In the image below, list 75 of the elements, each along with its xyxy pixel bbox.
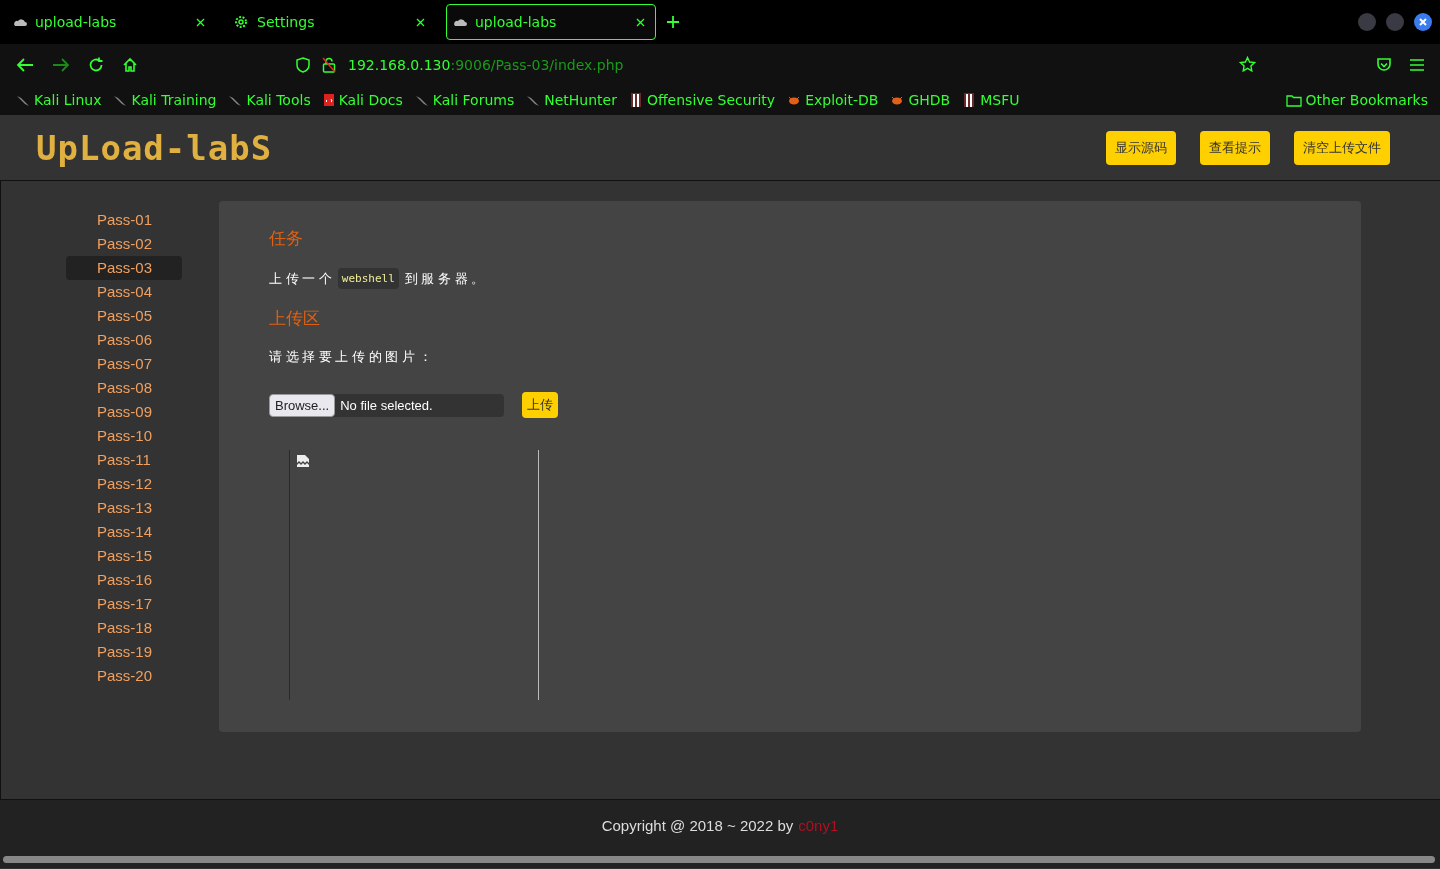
level-link[interactable]: Pass-04 [66,280,182,304]
level-link[interactable]: Pass-11 [66,448,182,472]
task-text: 上 传 一 个 [269,269,332,288]
insecure-lock-icon[interactable] [322,56,336,73]
close-icon[interactable] [636,17,645,27]
close-icon[interactable] [416,17,425,27]
folder-icon [1285,93,1302,107]
level-link[interactable]: Pass-16 [66,568,182,592]
level-link[interactable]: Pass-20 [66,664,182,688]
close-icon[interactable] [196,17,205,27]
other-bookmarks-link[interactable]: Other Bookmarks [1285,92,1428,108]
bookmark-link[interactable]: Kali Docs [322,92,403,108]
header-button[interactable]: 查看提示 [1200,130,1270,165]
gear-icon [233,14,249,30]
tower-icon [628,92,643,108]
browser-tab[interactable]: Settings [226,4,436,40]
section-heading: 上传区 [269,308,321,330]
level-link[interactable]: Pass-09 [66,400,182,424]
tower-icon [962,92,977,108]
url-text[interactable]: 192.168.0.130:9006/Pass-03/index.php [348,56,624,73]
level-link[interactable]: Pass-15 [66,544,182,568]
level-link[interactable]: Pass-02 [66,232,182,256]
file-input[interactable]: Browse... No file selected. [269,393,504,417]
menu-icon[interactable] [1410,58,1424,71]
upload-prompt: 请 选 择 要 上 传 的 图 片 ： [269,348,433,366]
level-link[interactable]: Pass-18 [66,616,182,640]
header-button[interactable]: 显示源码 [1106,130,1176,165]
bookmark-link[interactable]: MSFU [962,92,1020,108]
bug-icon [890,94,905,106]
copyright-text: Copyright @ 2018 ~ 2022 by [601,817,794,834]
pocket-icon[interactable] [1376,56,1392,73]
level-link[interactable]: Pass-03 [66,256,182,280]
cloud-icon [453,17,467,27]
bookmark-link[interactable]: GHDB [890,92,951,108]
browse-button[interactable]: Browse... [269,393,336,417]
forward-icon[interactable] [52,57,70,72]
reload-icon[interactable] [88,56,104,73]
bookmark-link[interactable]: Kali Tools [228,92,311,108]
upload-button[interactable]: 上传 [522,392,558,418]
browser-tab[interactable]: upload-labs [446,4,656,40]
level-link[interactable]: Pass-06 [66,328,182,352]
level-link[interactable]: Pass-05 [66,304,182,328]
bookmark-link[interactable]: Kali Forums [414,92,515,108]
level-link[interactable]: Pass-19 [66,640,182,664]
file-status: No file selected. [339,397,433,413]
site-logo[interactable]: UpLoad-labS [36,127,273,168]
task-text: 到 服 务 器 。 [404,269,485,288]
back-icon[interactable] [16,57,34,72]
bookmark-link[interactable]: Exploit-DB [787,92,879,108]
section-heading: 任务 [269,228,304,250]
browser-tab[interactable]: upload-labs [6,4,216,40]
level-link[interactable]: Pass-01 [66,208,182,232]
bookmark-link[interactable]: NetHunter [526,92,617,108]
broken-image-icon [296,454,310,468]
book-icon [322,93,335,107]
shield-icon[interactable] [296,56,310,73]
level-link[interactable]: Pass-10 [66,424,182,448]
close-icon[interactable] [1414,13,1432,31]
bookmark-link[interactable]: Kali Training [113,92,217,108]
level-link[interactable]: Pass-14 [66,520,182,544]
home-icon[interactable] [122,56,138,73]
cloud-icon [13,17,27,27]
level-link[interactable]: Pass-17 [66,592,182,616]
scrollbar-thumb[interactable] [3,856,1435,863]
level-link[interactable]: Pass-07 [66,352,182,376]
bookmark-link[interactable]: Kali Linux [16,92,102,108]
star-icon[interactable] [1239,56,1256,73]
level-link[interactable]: Pass-13 [66,496,182,520]
bug-icon [787,94,802,106]
header-button[interactable]: 清空上传文件 [1294,130,1390,165]
bookmark-link[interactable]: Offensive Security [628,92,776,108]
level-link[interactable]: Pass-08 [66,376,182,400]
new-tab-icon[interactable] [666,15,680,29]
code-snippet: webshell [337,268,399,289]
level-link[interactable]: Pass-12 [66,472,182,496]
